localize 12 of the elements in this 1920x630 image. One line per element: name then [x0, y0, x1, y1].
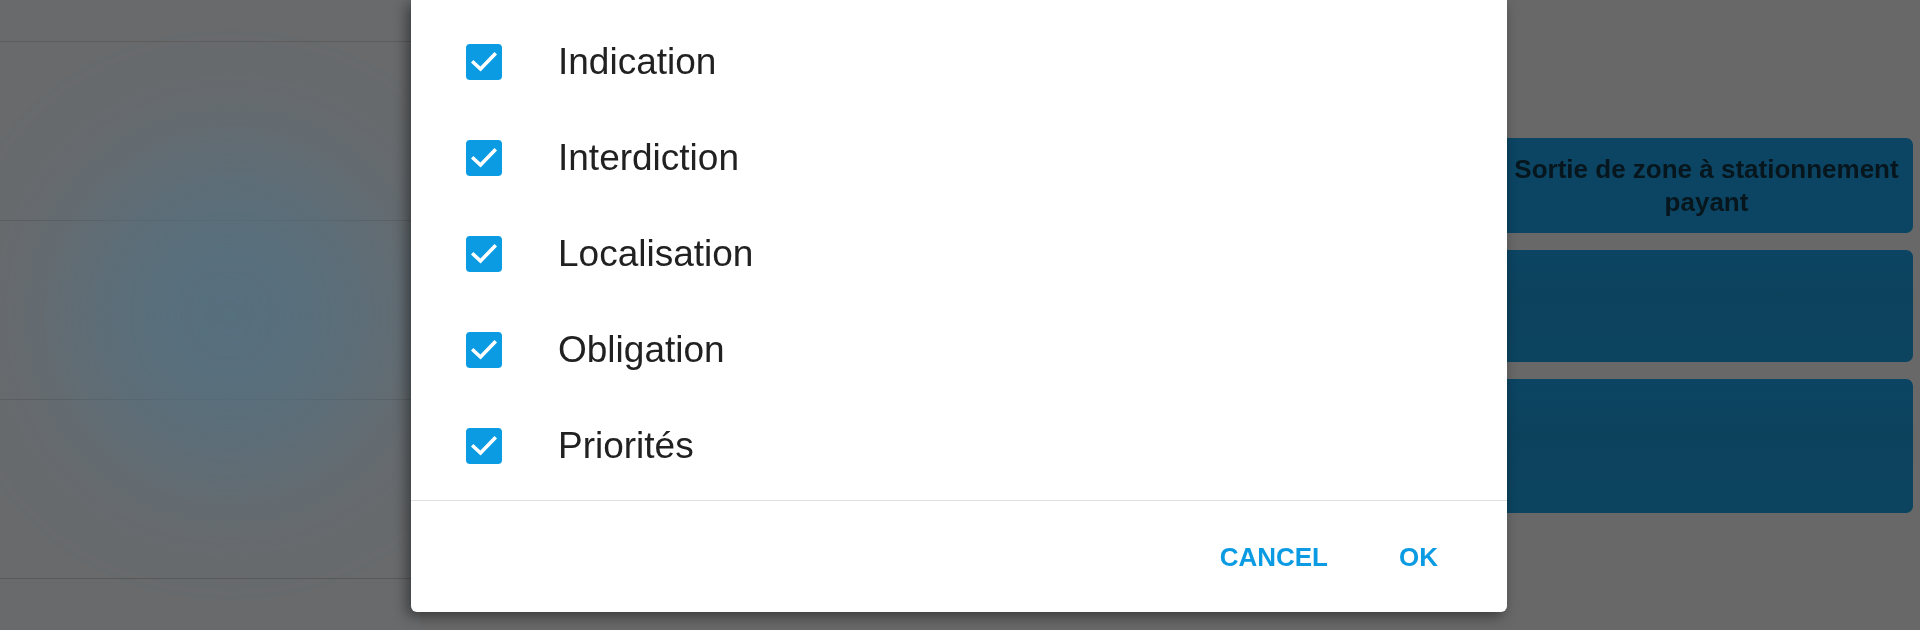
option-label: Indication	[558, 40, 717, 84]
checkbox[interactable]	[466, 140, 502, 176]
option-label: Obligation	[558, 328, 725, 372]
option-label: Interdiction	[558, 136, 739, 180]
cancel-button[interactable]: CANCEL	[1197, 528, 1350, 585]
checkbox[interactable]	[466, 332, 502, 368]
checkbox[interactable]	[466, 428, 502, 464]
option-label: Priorités	[558, 424, 694, 468]
checkbox[interactable]	[466, 44, 502, 80]
option-label: Localisation	[558, 232, 754, 276]
ok-button[interactable]: OK	[1377, 528, 1460, 585]
checkbox[interactable]	[466, 236, 502, 272]
